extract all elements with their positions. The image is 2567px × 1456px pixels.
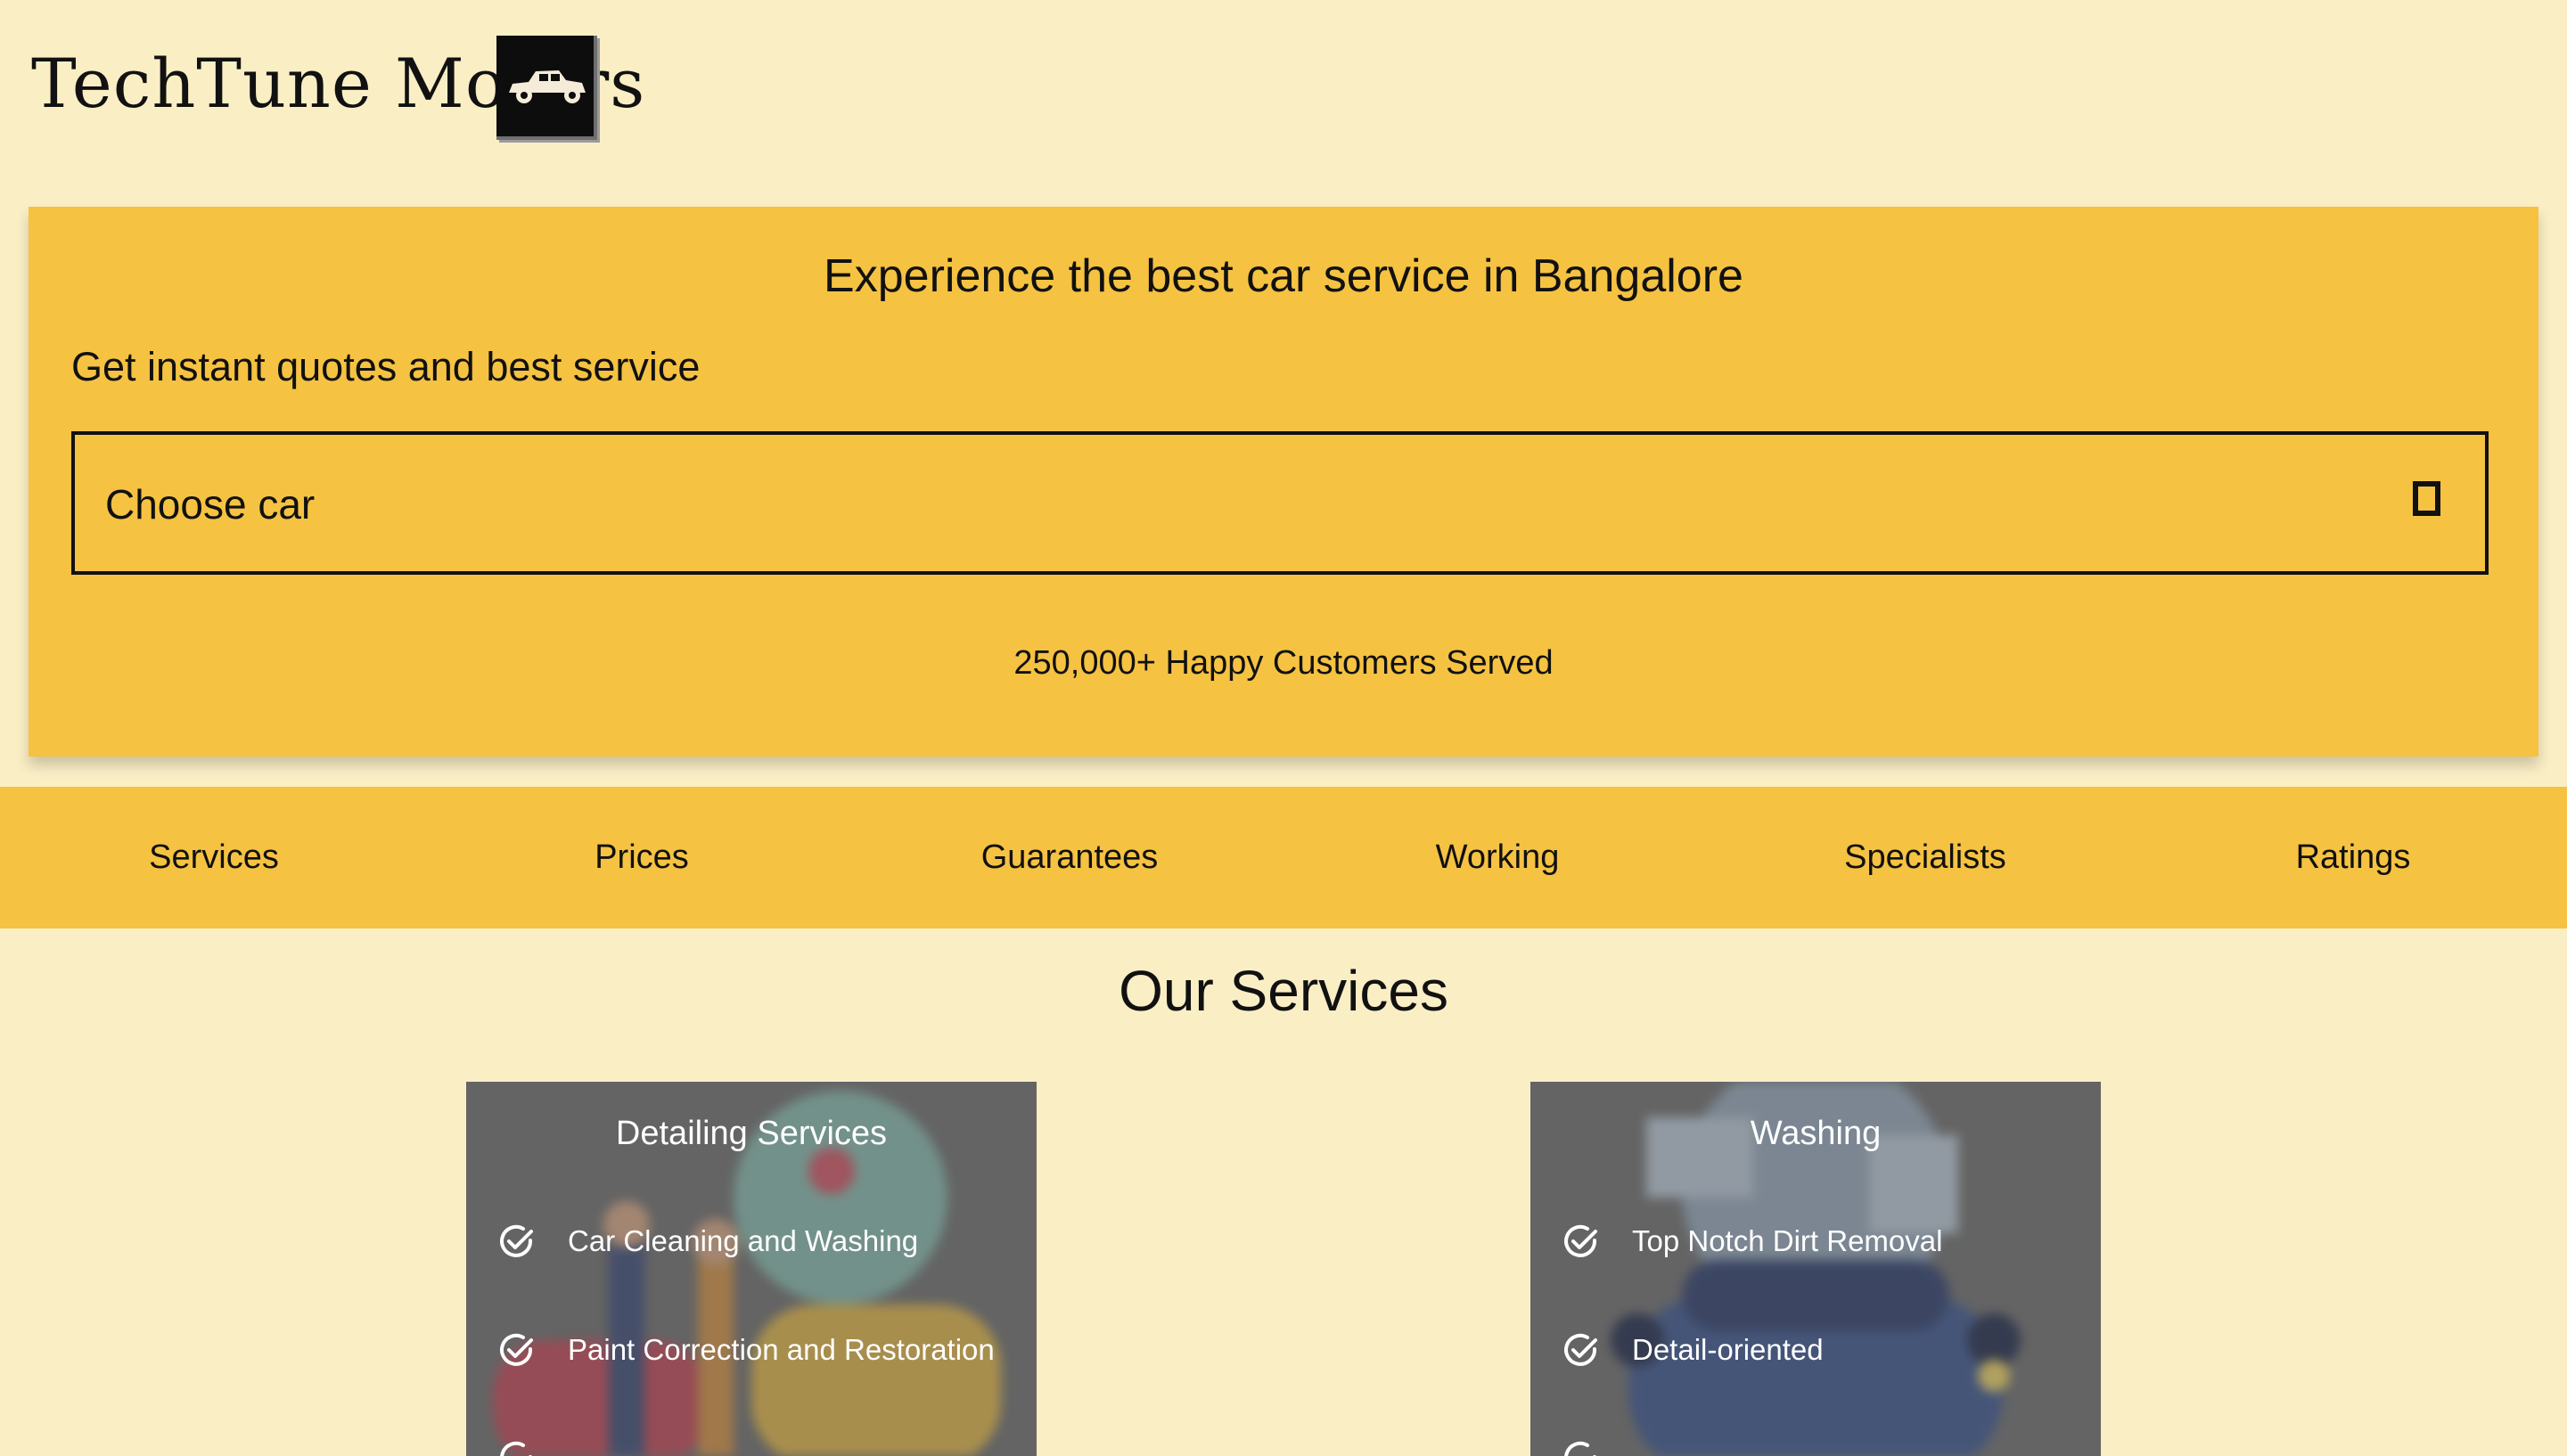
check-circle-icon bbox=[1564, 1333, 1597, 1366]
list-item-label: Detail-oriented bbox=[1632, 1333, 1824, 1366]
customers-served-text: 250,000+ Happy Customers Served bbox=[1013, 644, 1554, 682]
service-card-detailing[interactable]: Detailing Services Car Cleaning and Wash… bbox=[466, 1082, 1037, 1456]
site-header: TechTune Motors bbox=[0, 0, 2567, 196]
vintage-car-icon[interactable] bbox=[496, 36, 597, 140]
choose-car-select[interactable]: Choose car bbox=[71, 431, 2489, 575]
card-title: Detailing Services bbox=[615, 1115, 888, 1152]
check-circle-icon bbox=[1564, 1441, 1596, 1456]
card-title: Washing bbox=[1750, 1115, 1882, 1152]
dropdown-box-icon[interactable] bbox=[2413, 481, 2440, 516]
nav-item-ratings[interactable]: Ratings bbox=[2296, 838, 2411, 877]
list-item-label: Top Notch Dirt Removal bbox=[1632, 1224, 1943, 1257]
section-navbar: Services Prices Guarantees Working Speci… bbox=[0, 787, 2567, 928]
check-circle-icon bbox=[500, 1224, 533, 1257]
choose-car-label: Choose car bbox=[105, 481, 316, 528]
list-item-label: Car Cleaning and Washing bbox=[568, 1224, 919, 1257]
nav-item-specialists[interactable]: Specialists bbox=[1844, 838, 2006, 877]
services-heading: Our Services bbox=[1119, 959, 1448, 1023]
check-circle-icon bbox=[500, 1441, 532, 1456]
check-circle-icon bbox=[1564, 1224, 1597, 1257]
hero-subtitle: Get instant quotes and best service bbox=[71, 344, 701, 389]
nav-item-services[interactable]: Services bbox=[149, 838, 279, 877]
check-circle-icon bbox=[500, 1333, 533, 1366]
nav-item-guarantees[interactable]: Guarantees bbox=[981, 838, 1159, 877]
nav-item-working[interactable]: Working bbox=[1436, 838, 1560, 877]
hero-title: Experience the best car service in Banga… bbox=[824, 250, 1743, 302]
nav-item-prices[interactable]: Prices bbox=[595, 838, 689, 877]
list-item-label: Paint Correction and Restoration bbox=[568, 1333, 995, 1366]
service-card-washing[interactable]: Washing Top Notch Dirt Removal Detail-or… bbox=[1530, 1082, 2101, 1456]
